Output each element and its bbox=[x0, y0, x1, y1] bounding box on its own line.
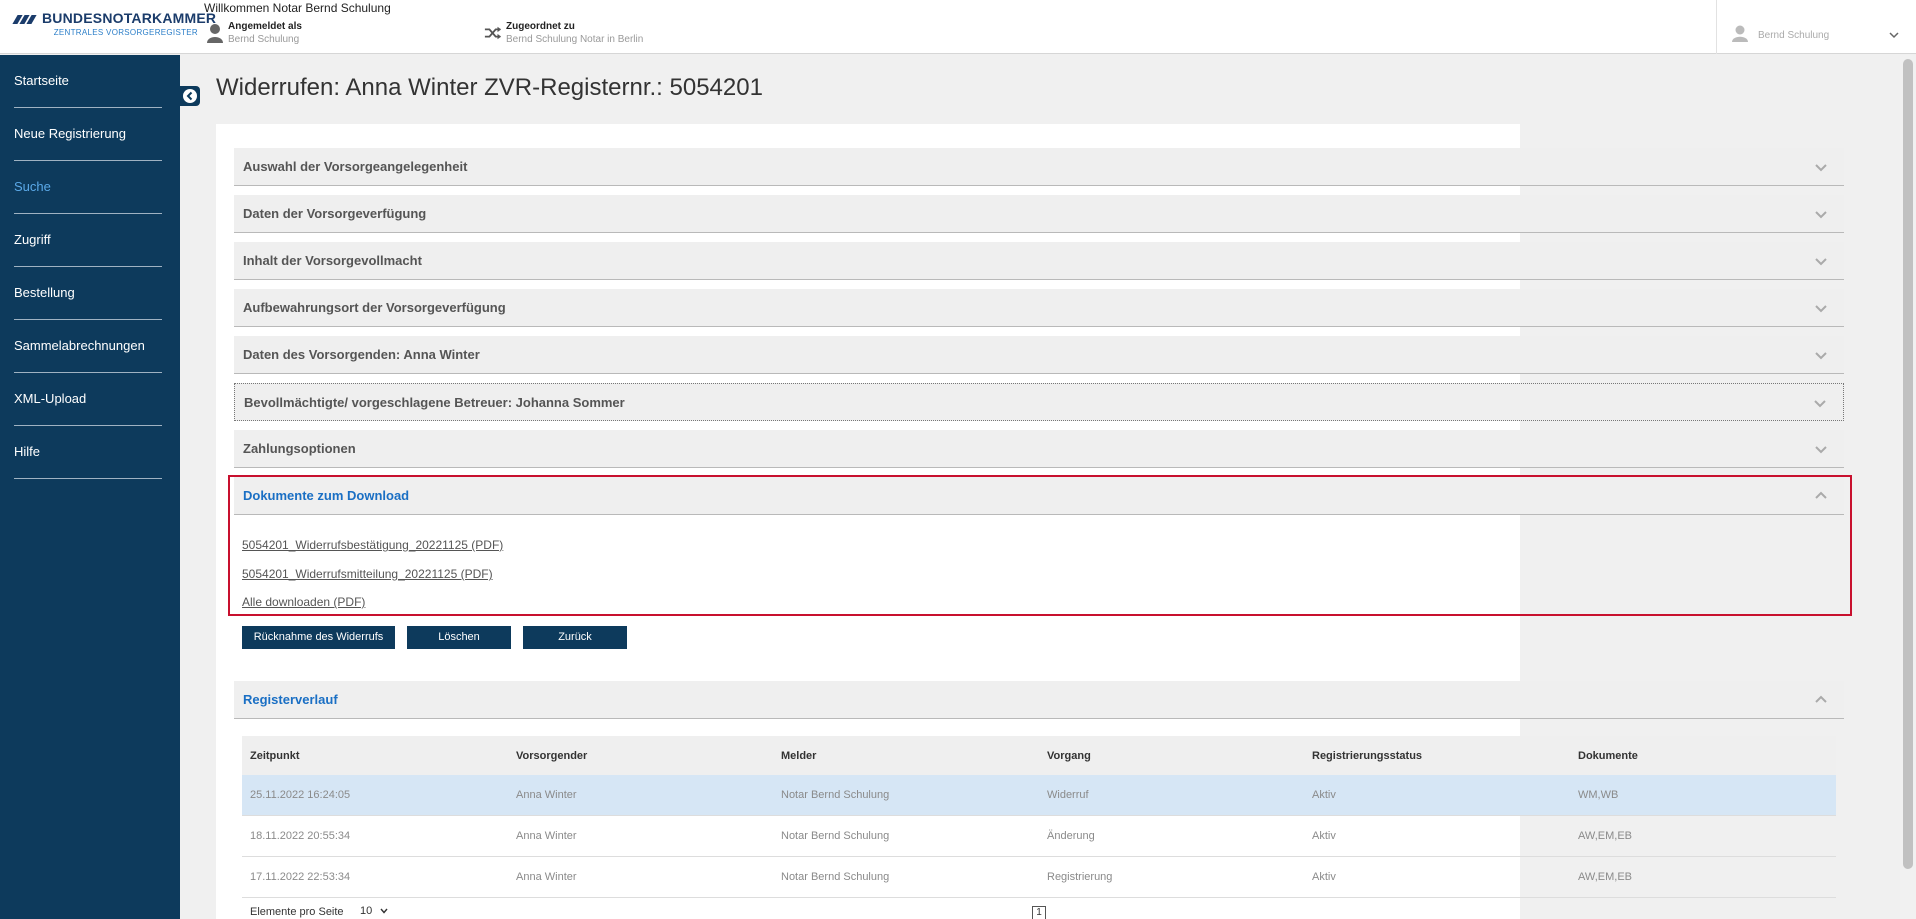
logged-in-label: Angemeldet als bbox=[228, 21, 302, 32]
logo-sub-text: ZENTRALES VORSORGEREGISTER bbox=[53, 28, 198, 37]
table-row[interactable]: 17.11.2022 22:53:34 Anna Winter Notar Be… bbox=[242, 857, 1836, 898]
accordion-inhalt-vorsorgevollmacht[interactable]: Inhalt der Vorsorgevollmacht bbox=[234, 242, 1844, 280]
document-link-widerrufsmitteilung[interactable]: 5054201_Widerrufsmitteilung_20221125 (PD… bbox=[242, 567, 493, 581]
chevron-down-icon bbox=[380, 908, 388, 914]
withdraw-revocation-button[interactable]: Rücknahme des Widerrufs bbox=[242, 626, 395, 649]
accordion-aufbewahrungsort[interactable]: Aufbewahrungsort der Vorsorgeverfügung bbox=[234, 289, 1844, 327]
sidebar-item-neue-registrierung[interactable]: Neue Registrierung bbox=[14, 108, 162, 161]
logged-in-value: Bernd Schulung bbox=[228, 34, 300, 45]
cell-vorsorgender: Anna Winter bbox=[516, 871, 577, 883]
chevron-left-circle-icon bbox=[183, 89, 197, 103]
chevron-down-icon bbox=[1814, 400, 1826, 408]
scrollbar-thumb[interactable] bbox=[1903, 59, 1913, 869]
accordion-label: Inhalt der Vorsorgevollmacht bbox=[243, 253, 422, 268]
accordion-daten-vorsorgeverfuegung[interactable]: Daten der Vorsorgeverfügung bbox=[234, 195, 1844, 233]
cell-vorgang: Änderung bbox=[1047, 830, 1095, 842]
sidebar-collapse-button[interactable] bbox=[180, 86, 200, 106]
accordion-auswahl[interactable]: Auswahl der Vorsorgeangelegenheit bbox=[234, 148, 1844, 186]
bundesnotarkammer-logo[interactable]: BUNDESNOTARKAMMER ZENTRALES VORSORGEREGI… bbox=[12, 10, 216, 40]
user-menu-name: Bernd Schulung bbox=[1758, 30, 1830, 41]
assigned-value: Bernd Schulung Notar in Berlin bbox=[506, 34, 644, 45]
accordion-label: Aufbewahrungsort der Vorsorgeverfügung bbox=[243, 300, 506, 315]
back-button[interactable]: Zurück bbox=[523, 626, 627, 649]
chevron-down-icon bbox=[1889, 32, 1899, 39]
cell-zeitpunkt: 18.11.2022 20:55:34 bbox=[250, 830, 351, 842]
column-header-melder: Melder bbox=[781, 749, 817, 762]
column-header-zeitpunkt: Zeitpunkt bbox=[250, 749, 300, 762]
cell-dokumente[interactable]: WM,WB bbox=[1578, 775, 1618, 815]
sidebar-nav: Startseite Neue Registrierung Suche Zugr… bbox=[0, 55, 180, 919]
sidebar-item-bestellung[interactable]: Bestellung bbox=[14, 267, 162, 320]
page-title: Widerrufen: Anna Winter ZVR-Registernr.:… bbox=[216, 74, 763, 101]
accordion-label: Dokumente zum Download bbox=[243, 488, 410, 503]
document-link-widerrufsbestaetigung[interactable]: 5054201_Widerrufsbestätigung_20221125 (P… bbox=[242, 538, 503, 552]
accordion-dokumente-download[interactable]: Dokumente zum Download bbox=[234, 477, 1844, 515]
column-header-vorsorgender: Vorsorgender bbox=[516, 749, 588, 762]
column-header-dokumente: Dokumente bbox=[1578, 749, 1638, 762]
cell-vorgang: Widerruf bbox=[1047, 789, 1089, 801]
cell-dokumente[interactable]: AW,EM,EB bbox=[1578, 816, 1632, 856]
items-per-page-label: Elemente pro Seite bbox=[250, 906, 344, 918]
sidebar-item-hilfe[interactable]: Hilfe bbox=[14, 426, 162, 479]
cell-zeitpunkt: 17.11.2022 22:53:34 bbox=[250, 871, 351, 883]
pagination-page-button[interactable]: 1 bbox=[1032, 906, 1046, 919]
cell-status: Aktiv bbox=[1312, 789, 1336, 801]
accordion-bevollmaechtigte[interactable]: Bevollmächtigte/ vorgeschlagene Betreuer… bbox=[234, 383, 1844, 421]
sidebar-item-zugriff[interactable]: Zugriff bbox=[14, 214, 162, 267]
cell-vorsorgender: Anna Winter bbox=[516, 830, 577, 842]
sidebar-item-suche[interactable]: Suche bbox=[14, 161, 162, 214]
chevron-down-icon bbox=[1815, 164, 1827, 172]
delete-button[interactable]: Löschen bbox=[407, 626, 511, 649]
chevron-down-icon bbox=[1815, 258, 1827, 266]
cell-dokumente[interactable]: AW,EM,EB bbox=[1578, 857, 1632, 897]
vertical-scrollbar[interactable] bbox=[1900, 55, 1916, 919]
chevron-down-icon bbox=[1815, 305, 1827, 313]
logged-in-block: Angemeldet als Bernd Schulung bbox=[206, 21, 356, 47]
shuffle-icon bbox=[484, 26, 502, 40]
sidebar-item-sammelabrechnungen[interactable]: Sammelabrechnungen bbox=[14, 320, 162, 373]
welcome-text: Willkommen Notar Bernd Schulung bbox=[204, 1, 391, 15]
cell-melder: Notar Bernd Schulung bbox=[781, 871, 890, 883]
table-header-row: Zeitpunkt Vorsorgender Melder Vorgang Re… bbox=[242, 736, 1836, 775]
accordion-label: Registerverlauf bbox=[243, 692, 338, 707]
accordion-zahlungsoptionen[interactable]: Zahlungsoptionen bbox=[234, 430, 1844, 468]
assigned-label: Zugeordnet zu bbox=[506, 21, 575, 32]
cell-status: Aktiv bbox=[1312, 830, 1336, 842]
cell-melder: Notar Bernd Schulung bbox=[781, 789, 890, 801]
accordion-label: Daten des Vorsorgenden: Anna Winter bbox=[243, 347, 480, 362]
chevron-down-icon bbox=[1815, 352, 1827, 360]
items-per-page-value: 10 bbox=[360, 905, 373, 917]
chevron-up-icon bbox=[1815, 491, 1827, 499]
sidebar-item-xml-upload[interactable]: XML-Upload bbox=[14, 373, 162, 426]
table-row[interactable]: 18.11.2022 20:55:34 Anna Winter Notar Be… bbox=[242, 816, 1836, 857]
column-header-vorgang: Vorgang bbox=[1047, 749, 1091, 762]
items-per-page-select[interactable]: 10 bbox=[360, 905, 389, 917]
top-header: BUNDESNOTARKAMMER ZENTRALES VORSORGEREGI… bbox=[0, 0, 1916, 54]
column-header-registrierungsstatus: Registrierungsstatus bbox=[1312, 749, 1423, 762]
user-menu[interactable]: Bernd Schulung bbox=[1716, 0, 1916, 54]
accordion-daten-vorsorgenden[interactable]: Daten des Vorsorgenden: Anna Winter bbox=[234, 336, 1844, 374]
logo-stripes-icon bbox=[12, 15, 38, 24]
accordion-label: Zahlungsoptionen bbox=[243, 441, 356, 456]
table-row[interactable]: 25.11.2022 16:24:05 Anna Winter Notar Be… bbox=[242, 775, 1836, 816]
user-avatar-icon bbox=[1732, 25, 1748, 42]
download-all-link[interactable]: Alle downloaden (PDF) bbox=[242, 595, 365, 609]
sidebar-item-startseite[interactable]: Startseite bbox=[14, 55, 162, 108]
chevron-up-icon bbox=[1815, 695, 1827, 703]
cell-melder: Notar Bernd Schulung bbox=[781, 830, 890, 842]
assigned-block: Zugeordnet zu Bernd Schulung Notar in Be… bbox=[484, 21, 684, 47]
accordion-registerverlauf[interactable]: Registerverlauf bbox=[234, 681, 1844, 719]
cell-status: Aktiv bbox=[1312, 871, 1336, 883]
chevron-down-icon bbox=[1815, 211, 1827, 219]
logo-brand-text: BUNDESNOTARKAMMER bbox=[42, 10, 217, 26]
accordion-label: Bevollmächtigte/ vorgeschlagene Betreuer… bbox=[244, 395, 625, 410]
user-icon bbox=[207, 24, 223, 43]
cell-vorgang: Registrierung bbox=[1047, 871, 1113, 883]
cell-vorsorgender: Anna Winter bbox=[516, 789, 577, 801]
accordion-label: Auswahl der Vorsorgeangelegenheit bbox=[243, 159, 468, 174]
chevron-down-icon bbox=[1815, 446, 1827, 454]
accordion-label: Daten der Vorsorgeverfügung bbox=[243, 206, 427, 221]
cell-zeitpunkt: 25.11.2022 16:24:05 bbox=[250, 789, 351, 801]
